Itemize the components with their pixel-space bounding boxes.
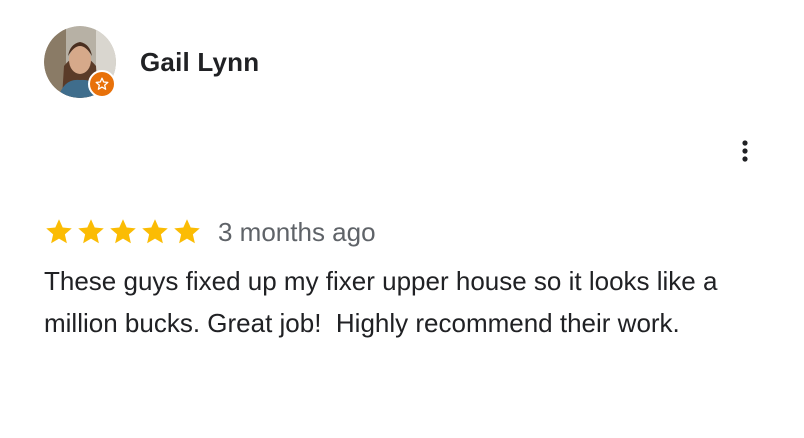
star-icon (174, 219, 200, 244)
rating-row: 3 months ago (44, 214, 376, 250)
more-options-button[interactable] (730, 136, 760, 166)
avatar[interactable] (44, 26, 116, 98)
local-guide-badge (88, 70, 116, 98)
review-timestamp: 3 months ago (218, 217, 376, 247)
reviewer-name[interactable]: Gail Lynn (140, 46, 259, 78)
review-text: These guys fixed up my fixer upper house… (44, 266, 725, 338)
star-icon (142, 219, 168, 244)
local-guide-star-icon (95, 77, 109, 90)
more-vertical-icon (742, 140, 748, 162)
star-icon (78, 219, 104, 244)
star-rating (44, 217, 202, 247)
star-icon (46, 219, 72, 244)
star-icon (110, 219, 136, 244)
review-card: Gail Lynn 3 months ago These guys fixed … (0, 0, 804, 438)
